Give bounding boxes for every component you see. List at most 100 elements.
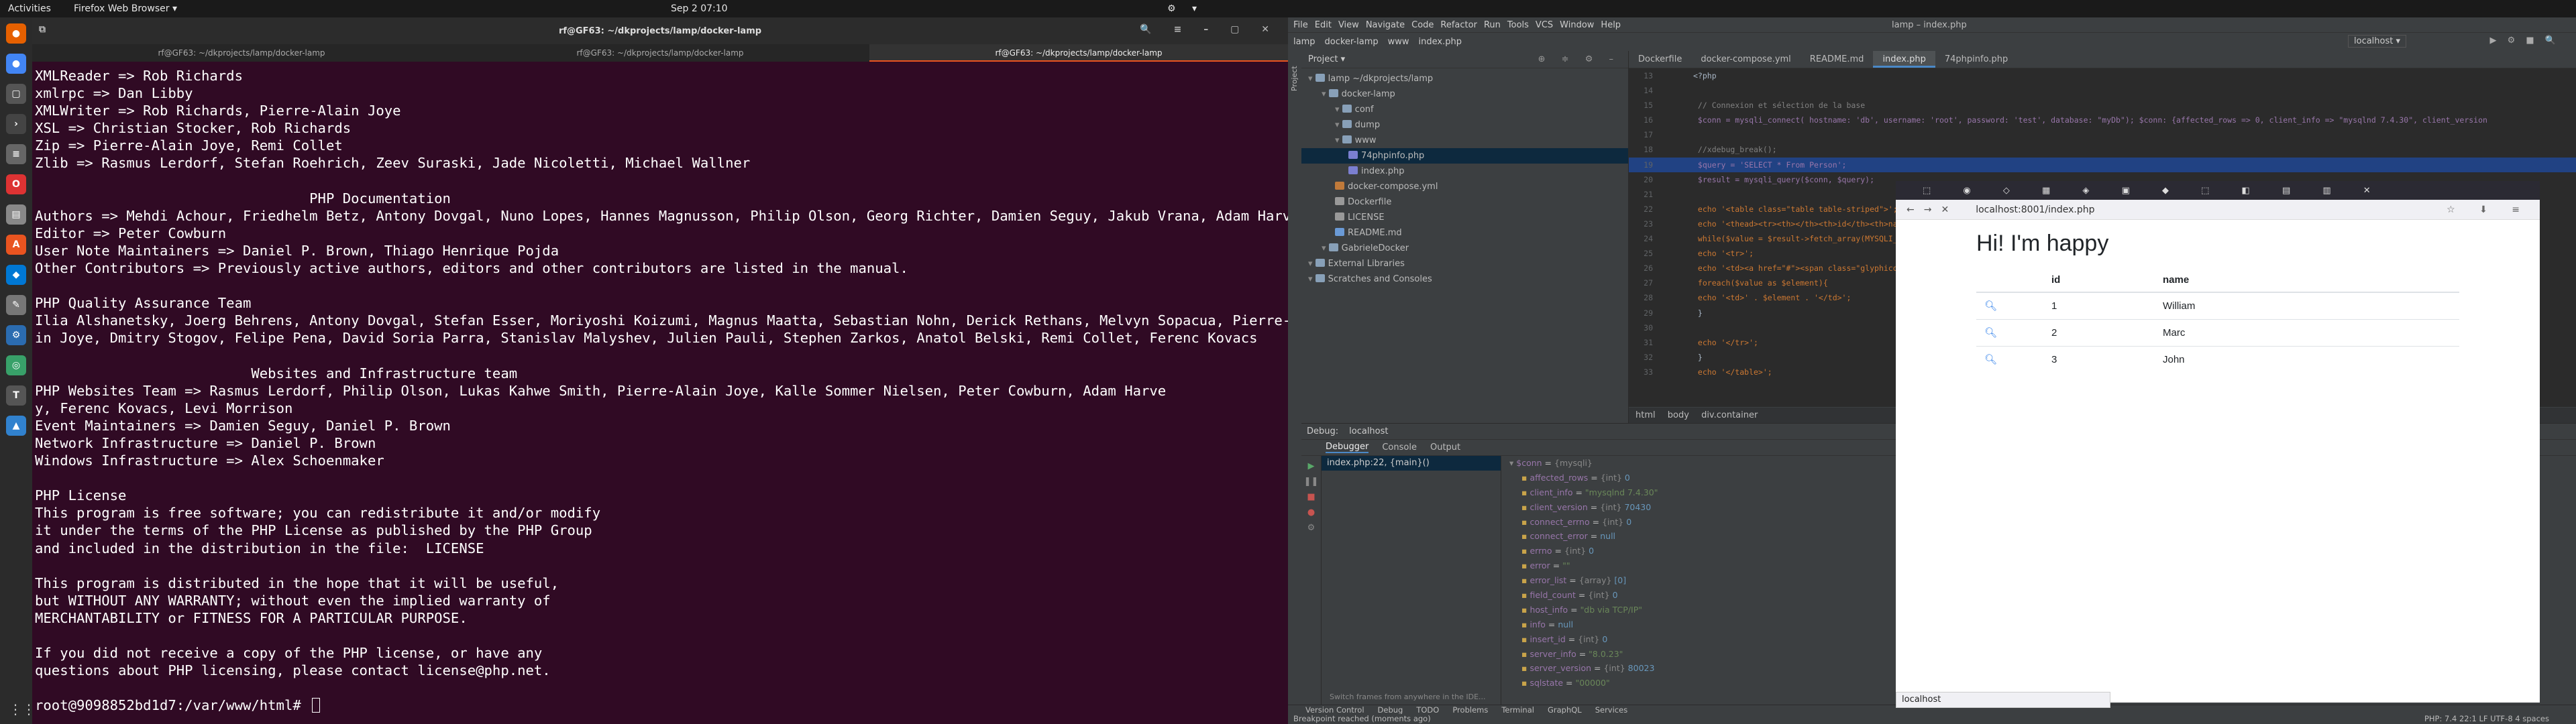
variable-row[interactable]: ▪ connect_errno = {int} 0: [1503, 515, 1878, 530]
variable-row[interactable]: ▪ error = "": [1503, 558, 1878, 573]
menu-item[interactable]: Refactor: [1440, 20, 1477, 30]
app-menu[interactable]: Firefox Web Browser ▾: [74, 3, 177, 14]
activities-button[interactable]: Activities: [8, 3, 51, 14]
terminal-output[interactable]: XMLReader => Rob Richards xmlrpc => Dan …: [32, 62, 1316, 719]
expand-arrow-icon[interactable]: ▾: [1308, 74, 1316, 84]
breadcrumb-item[interactable]: docker-lamp: [1325, 37, 1379, 47]
tab-debugger[interactable]: Debugger: [1326, 442, 1369, 453]
variable-row[interactable]: ▪ insert_id = {int} 0: [1503, 632, 1878, 647]
vscode-icon[interactable]: ◆: [6, 265, 26, 285]
expand-arrow-icon[interactable]: ▾: [1335, 135, 1342, 145]
variable-row[interactable]: ▪ client_version = {int} 70430: [1503, 500, 1878, 515]
variable-row[interactable]: ▾ $conn = {mysqli}: [1503, 456, 1878, 471]
terminal-tab-active[interactable]: rf@GF63: ~/dkprojects/lamp/docker-lamp: [869, 44, 1288, 62]
editor-tab[interactable]: index.php: [1873, 51, 1935, 68]
tree-item[interactable]: ▾ GabrieleDocker: [1301, 241, 1628, 256]
typora-icon[interactable]: T: [6, 385, 26, 406]
notes-icon[interactable]: ✎: [6, 295, 26, 315]
variable-row[interactable]: ▪ client_info = "mysqlnd 7.4.30": [1503, 485, 1878, 500]
tree-item[interactable]: ▾ Scratches and Consoles: [1301, 272, 1628, 287]
project-title[interactable]: Project ▾: [1308, 54, 1345, 64]
tool-window-button[interactable]: Version Control: [1305, 705, 1364, 715]
tree-item[interactable]: ▾ lamp ~/dkprojects/lamp: [1301, 71, 1628, 86]
editor-tab[interactable]: README.md: [1801, 51, 1874, 68]
tree-item[interactable]: 74phpinfo.php: [1301, 148, 1628, 164]
tree-item[interactable]: docker-compose.yml: [1301, 179, 1628, 194]
menu-item[interactable]: VCS: [1536, 20, 1553, 30]
tool-window-button[interactable]: TODO: [1416, 705, 1439, 715]
variable-row[interactable]: ▪ host_info = "db via TCP/IP": [1503, 603, 1878, 617]
variable-row[interactable]: ▪ info = null: [1503, 617, 1878, 632]
menu-item[interactable]: Tools: [1507, 20, 1529, 30]
terminal-tab[interactable]: rf@GF63: ~/dkprojects/lamp/docker-lamp: [451, 44, 869, 62]
editor-tab[interactable]: 74phpinfo.php: [1935, 51, 2017, 68]
variable-row[interactable]: ▪ server_version = {int} 80023: [1503, 661, 1878, 676]
expand-arrow-icon[interactable]: ▾: [1335, 105, 1342, 115]
stop-icon[interactable]: ■: [1301, 492, 1321, 502]
tree-item[interactable]: ▾ conf: [1301, 102, 1628, 117]
variable-row[interactable]: ▪ sqlstate = "00000": [1503, 676, 1878, 690]
run-toolbar[interactable]: ▶ ⚙ ■ 🔍: [2489, 36, 2560, 46]
menu-item[interactable]: View: [1338, 20, 1359, 30]
url-bar[interactable]: localhost:8001/index.php: [1976, 204, 2094, 215]
tool-window-button[interactable]: Terminal: [1501, 705, 1534, 715]
tree-item[interactable]: ▾ dump: [1301, 117, 1628, 133]
code-crumb[interactable]: html: [1635, 410, 1656, 420]
settings-icon[interactable]: ⚙: [6, 325, 26, 345]
breadcrumb-item[interactable]: lamp: [1293, 37, 1316, 47]
settings-icon[interactable]: ⚙: [1301, 523, 1321, 533]
resume-icon[interactable]: ▶: [1301, 461, 1321, 471]
forward-icon[interactable]: →: [1924, 204, 1932, 215]
menu-item[interactable]: Window: [1560, 20, 1594, 30]
terminal-icon[interactable]: ›: [6, 114, 26, 134]
stack-frame[interactable]: index.php:22, {main}(): [1322, 456, 1501, 471]
new-tab-icon[interactable]: ⧉: [39, 24, 46, 35]
tree-item[interactable]: README.md: [1301, 225, 1628, 241]
expand-arrow-icon[interactable]: ▾: [1308, 259, 1316, 269]
tool-window-button[interactable]: Problems: [1452, 705, 1488, 715]
tree-item[interactable]: index.php: [1301, 164, 1628, 179]
editor-tab[interactable]: docker-compose.yml: [1691, 51, 1800, 68]
software-icon[interactable]: A: [6, 235, 26, 255]
system-tray[interactable]: ⚙ ▾: [1167, 3, 1203, 14]
breadcrumb-item[interactable]: www: [1388, 37, 1409, 47]
firefox-toolbar-icons[interactable]: ⬚ ◉ ◇ ▦ ◈ ▣ ◆ ⬚ ◧ ▤ ▥ ✕: [1896, 181, 2540, 200]
expand-arrow-icon[interactable]: ▾: [1308, 274, 1316, 284]
variable-row[interactable]: ▪ field_count = {int} 0: [1503, 588, 1878, 603]
tool-window-button[interactable]: GraphQL: [1548, 705, 1582, 715]
pause-icon[interactable]: ❚❚: [1301, 477, 1321, 487]
window-controls[interactable]: 🔍 ≡ – ▢ ✕: [1140, 24, 1279, 35]
menu-item[interactable]: Edit: [1315, 20, 1332, 30]
editor-tab[interactable]: Dockerfile: [1629, 51, 1691, 68]
search-icon[interactable]: 🔍︎: [1984, 354, 1997, 365]
tool-window-button[interactable]: Debug: [1378, 705, 1403, 715]
tree-item[interactable]: LICENSE: [1301, 210, 1628, 225]
expand-arrow-icon[interactable]: ▾: [1322, 89, 1329, 99]
status-info[interactable]: PHP: 7.4 22:1 LF UTF-8 4 spaces: [2424, 714, 2549, 724]
variable-row[interactable]: ▪ errno = {int} 0: [1503, 544, 1878, 558]
run-config-select[interactable]: localhost ▾: [2348, 35, 2407, 48]
firefox-icon[interactable]: ●: [6, 23, 26, 44]
debug-config-tab[interactable]: localhost: [1349, 426, 1388, 436]
breadcrumb-item[interactable]: index.php: [1419, 37, 1462, 47]
search-icon[interactable]: 🔍︎: [1984, 327, 1997, 339]
menu-item[interactable]: Help: [1601, 20, 1621, 30]
vpn-icon[interactable]: ▲: [6, 416, 26, 436]
menu-item[interactable]: File: [1293, 20, 1308, 30]
tree-item[interactable]: ▾ www: [1301, 133, 1628, 148]
variable-row[interactable]: ▪ server_info = "8.0.23": [1503, 647, 1878, 662]
tool-window-button[interactable]: Services: [1595, 705, 1628, 715]
docs-icon[interactable]: ▤: [6, 204, 26, 225]
opera-icon[interactable]: O: [6, 174, 26, 194]
clock[interactable]: Sep 2 07:10: [671, 3, 728, 14]
search-icon[interactable]: 🔍︎: [1984, 300, 1997, 312]
chrome-icon[interactable]: ●: [6, 54, 26, 74]
variable-row[interactable]: ▪ connect_error = null: [1503, 529, 1878, 544]
tab-console[interactable]: Console: [1382, 442, 1417, 452]
terminal-tab[interactable]: rf@GF63: ~/dkprojects/lamp/docker-lamp: [32, 44, 451, 62]
tree-item[interactable]: ▾ docker-lamp: [1301, 86, 1628, 102]
expand-arrow-icon[interactable]: ▾: [1322, 243, 1329, 253]
tab-output[interactable]: Output: [1430, 442, 1460, 452]
monitor-icon[interactable]: ◎: [6, 355, 26, 375]
breakpoints-icon[interactable]: ●: [1301, 507, 1321, 518]
